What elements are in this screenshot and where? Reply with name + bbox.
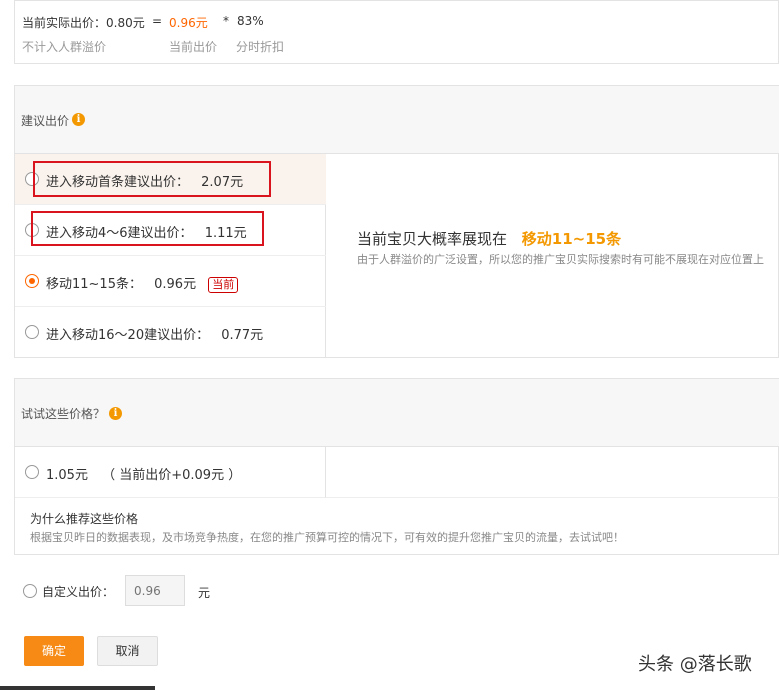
option-label: 进入移动16～20建议出价： [46, 328, 210, 343]
bid-formula-panel: 当前实际出价：0.80元 = 0.96元 * 83% 不计入人群溢价 当前出价 … [14, 0, 779, 64]
try-header: 试试这些价格？ i [15, 379, 779, 447]
discount-value: 83% [237, 14, 264, 28]
display-prefix: 当前宝贝大概率展现在 [357, 230, 508, 248]
try-option[interactable]: 1.05元 （ 当前出价+0.09元 ） [15, 447, 326, 498]
try-title: 试试这些价格？ [21, 407, 106, 421]
suggest-header: 建议出价 i [15, 86, 779, 154]
try-option-note: （ 当前出价+0.09元 ） [102, 468, 242, 483]
custom-bid-radio[interactable] [23, 584, 37, 598]
current-bid-value: 0.96元 [169, 16, 208, 30]
info-icon[interactable]: i [109, 407, 122, 420]
option-value: 0.96元 [154, 277, 197, 292]
equals-sign: = [152, 14, 163, 28]
info-icon[interactable]: i [72, 113, 85, 126]
why-title: 为什么推荐这些价格 [30, 512, 139, 526]
times-sign: * [223, 14, 229, 28]
option-value: 0.77元 [221, 328, 264, 343]
display-info: 当前宝贝大概率展现在 移动11~15条 由于人群溢价的广泛设置，所以您的推广宝贝… [357, 228, 777, 268]
why-text: 根据宝贝昨日的数据表现，及市场竞争热度，在您的推广预算可控的情况下，可有效的提升… [30, 531, 624, 544]
list-item[interactable]: 移动11~15条： 0.96元 当前 [15, 256, 326, 307]
try-right-area [326, 447, 779, 498]
suggest-title: 建议出价 [21, 114, 70, 128]
cancel-button[interactable]: 取消 [97, 636, 158, 666]
current-badge: 当前 [208, 277, 239, 293]
suggest-radio-4[interactable] [25, 325, 39, 339]
try-radio[interactable] [25, 465, 39, 479]
display-position: 移动11~15条 [521, 230, 622, 248]
try-option-value: 1.05元 [46, 468, 88, 483]
option-label: 移动11~15条： [46, 277, 142, 292]
confirm-button[interactable]: 确定 [24, 636, 84, 666]
watermark-text: 头条 @落长歌 [638, 654, 752, 675]
try-prices-section: 试试这些价格？ i 1.05元 （ 当前出价+0.09元 ） 为什么推荐这些价格… [14, 378, 779, 555]
highlight-box-second [31, 211, 264, 246]
custom-bid-input[interactable] [125, 575, 185, 606]
list-item[interactable]: 进入移动16～20建议出价： 0.77元 [15, 307, 326, 358]
label-time-discount: 分时折扣 [236, 40, 285, 54]
custom-bid-label: 自定义出价： [42, 585, 115, 599]
actual-bid-text: 当前实际出价：0.80元 [22, 16, 145, 30]
label-current-bid: 当前出价 [169, 40, 218, 54]
highlight-box-first [33, 161, 271, 197]
display-note: 由于人群溢价的广泛设置，所以您的推广宝贝实际搜索时有可能不展现在对应位置上 [357, 253, 764, 266]
label-exclude-crowd: 不计入人群溢价 [22, 40, 107, 54]
bottom-edge [0, 686, 155, 690]
suggest-radio-3[interactable] [25, 274, 39, 288]
custom-bid-unit: 元 [198, 586, 211, 600]
